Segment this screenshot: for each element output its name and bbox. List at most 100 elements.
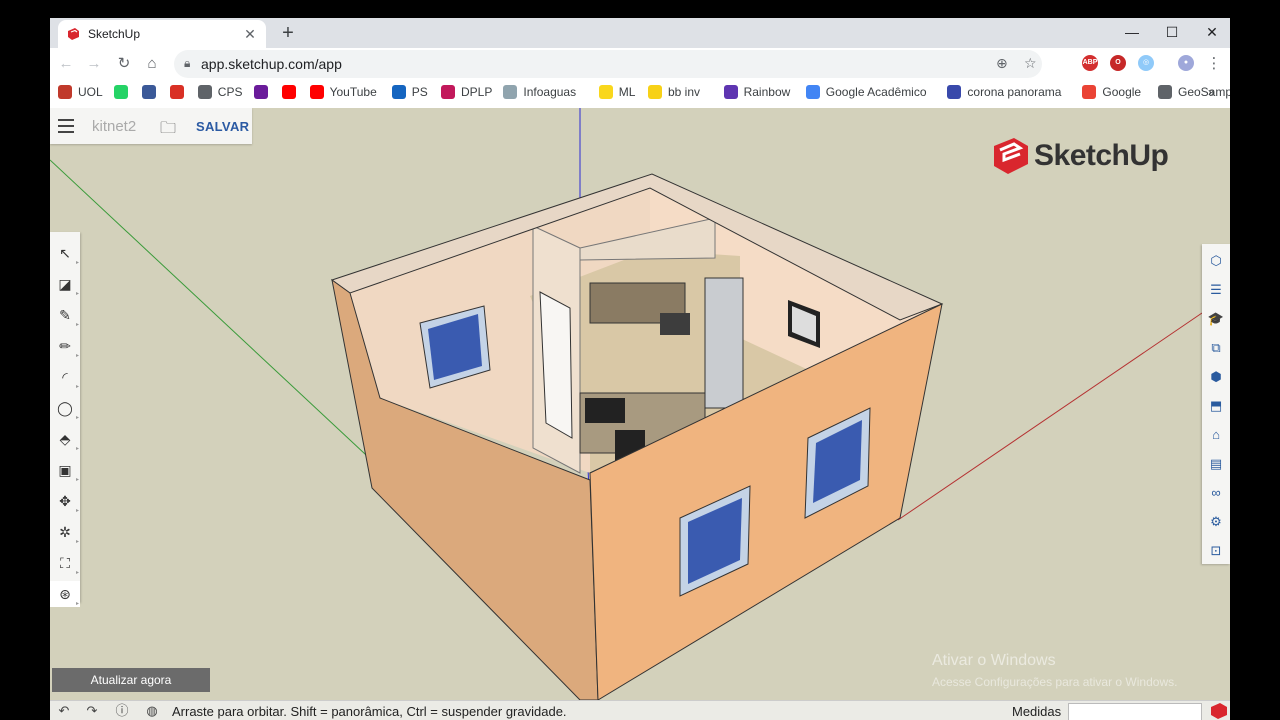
bb-icon: [648, 85, 662, 99]
undo-icon[interactable]: ↶: [54, 702, 74, 720]
bookmark-label: GeoSampa: [1178, 85, 1230, 99]
doc-icon: [503, 85, 518, 99]
globe-icon: [197, 85, 212, 99]
opera-icon[interactable]: O: [1110, 55, 1126, 71]
help-icon[interactable]: ⓘ: [112, 702, 132, 720]
sketchup-favicon-icon: [68, 28, 79, 40]
bookmark-ml[interactable]: ML: [598, 85, 636, 99]
arc-tool-icon[interactable]: ◜ ▸: [50, 364, 80, 390]
bookmark-mail[interactable]: [253, 85, 274, 99]
report-icon[interactable]: ⊡: [1202, 538, 1230, 564]
circle-tool-icon[interactable]: ◯ ▸: [50, 395, 80, 421]
paint-tool-icon[interactable]: ✎ ▸: [50, 302, 80, 328]
styles-icon[interactable]: ⬒: [1202, 393, 1230, 419]
bookmark-gmail[interactable]: [169, 85, 190, 99]
whatsapp-icon: [113, 85, 128, 99]
bookmark-geosampa[interactable]: GeoSampa: [1158, 85, 1230, 99]
minimize-button[interactable]: —: [1112, 18, 1152, 48]
adblock-icon[interactable]: ABP: [1082, 55, 1098, 71]
hamburger-menu-icon[interactable]: [58, 119, 74, 133]
tab-close-icon[interactable]: ✕: [240, 26, 260, 43]
line-tool-icon[interactable]: ✏ ▸: [50, 333, 80, 359]
update-now-button[interactable]: Atualizar agora: [52, 668, 210, 692]
menu-kebab-icon[interactable]: ⋮: [1202, 52, 1226, 76]
bookmark-corona-panorama[interactable]: corona panorama: [947, 85, 1061, 99]
bookmark-whatsapp[interactable]: [113, 85, 134, 99]
reload-button[interactable]: ↻: [112, 52, 136, 76]
forward-button[interactable]: →: [82, 52, 106, 76]
eraser-tool-icon[interactable]: ◪ ▸: [50, 271, 80, 297]
bookmark-label: YouTube: [329, 85, 377, 99]
youtube-icon: [309, 85, 324, 99]
bookmark-facebook[interactable]: [141, 85, 162, 99]
mail-icon: [253, 85, 268, 99]
windows-activation-title: Ativar o Windows: [932, 652, 1056, 669]
tab-sketchup[interactable]: SketchUp ✕: [58, 20, 266, 48]
entity-info-icon[interactable]: ⬡: [1202, 248, 1230, 274]
sketchup-status-icon: [1211, 703, 1227, 719]
solar-icon[interactable]: ⚙: [1202, 509, 1230, 535]
youtube-icon: [281, 85, 296, 99]
install-icon[interactable]: ⊕: [996, 55, 1008, 72]
tags-icon[interactable]: ⌂: [1202, 422, 1230, 448]
maximize-button[interactable]: ☐: [1152, 18, 1192, 48]
globe-icon: [1158, 85, 1172, 99]
bookmark-google-acadêmico[interactable]: Google Acadêmico: [805, 85, 927, 99]
move-tool-icon[interactable]: ✥ ▸: [50, 488, 80, 514]
components-icon[interactable]: ⧉: [1202, 335, 1230, 361]
bookmark-label: ML: [618, 85, 636, 99]
bookmark-bb-inv[interactable]: bb inv: [648, 85, 700, 99]
bookmark-rainbow[interactable]: Rainbow: [723, 85, 790, 99]
search-ext-icon[interactable]: ◎: [1138, 55, 1154, 71]
google-icon: [1082, 85, 1097, 99]
offset-tool-icon[interactable]: ▣ ▸: [50, 457, 80, 483]
browser-toolbar: ← → ↻ ⌂ 🔒︎ app.sketchup.com/app ⊕ ☆ ABP …: [50, 48, 1230, 80]
file-name[interactable]: kitnet2: [92, 118, 136, 135]
bookmark-youtube[interactable]: YouTube: [309, 85, 377, 99]
bookmark-google[interactable]: Google: [1082, 85, 1141, 99]
walk-tool-icon[interactable]: ⛶ ▸: [50, 550, 80, 576]
sketchup-viewport[interactable]: kitnet2 🗀︎ SALVAR SketchUp ↖ ▸ ◪ ▸ ✎ ▸ ✏ ▸ ◜ ▸ ◯ ▸ ⬘…: [50, 108, 1230, 700]
display-icon[interactable]: ∞: [1202, 480, 1230, 506]
bookmark-uol[interactable]: UOL: [58, 85, 103, 99]
bookmark-ps[interactable]: PS: [391, 85, 428, 99]
tab-title: SketchUp: [88, 27, 141, 41]
globe-icon[interactable]: ◍: [142, 702, 162, 720]
instructor-icon[interactable]: 🎓: [1202, 306, 1230, 332]
materials-icon[interactable]: ⬢: [1202, 364, 1230, 390]
folder-icon[interactable]: 🗀︎: [160, 117, 176, 144]
close-window-button[interactable]: ✕: [1192, 18, 1230, 48]
select-tool-icon[interactable]: ↖ ▸: [50, 240, 80, 266]
back-button[interactable]: ←: [54, 52, 78, 76]
measurements-input[interactable]: [1068, 703, 1202, 720]
bookmark-star-icon[interactable]: ☆: [1024, 55, 1037, 72]
bookmark-infoaguas[interactable]: Infoaguas: [503, 85, 576, 99]
more-bookmarks-button[interactable]: »: [1208, 85, 1215, 99]
bookmark-youtube[interactable]: [281, 85, 302, 99]
uol-icon: [58, 85, 72, 99]
new-tab-button[interactable]: +: [276, 22, 300, 46]
bookmark-dplp[interactable]: DPLP: [441, 85, 492, 99]
bookmark-cps[interactable]: CPS: [197, 85, 243, 99]
expand-caret-icon: ▸: [75, 601, 79, 607]
orbit-tool-icon[interactable]: ⊛ ▸: [50, 581, 80, 607]
profile-avatar[interactable]: ●: [1178, 55, 1194, 71]
sketchup-logo-text: SketchUp: [1034, 139, 1169, 172]
scenes-icon[interactable]: ▤: [1202, 451, 1230, 477]
redo-icon[interactable]: ↷: [82, 702, 102, 720]
ml-icon: [598, 85, 613, 99]
home-button[interactable]: ⌂: [140, 52, 164, 76]
layers-icon[interactable]: ☰: [1202, 277, 1230, 303]
3d-model-scene[interactable]: [50, 108, 1230, 700]
save-button[interactable]: SALVAR: [196, 119, 249, 134]
bookmarks-bar: UOL CPS YouTube PS DPLP Infoaguas ML bb inv Rain…: [50, 80, 1230, 109]
shield-icon: [947, 85, 962, 99]
browser-window: SketchUp ✕ + — ☐ ✕ ← → ↻ ⌂ 🔒︎ app.sketch…: [50, 18, 1230, 720]
bookmark-label: UOL: [78, 85, 103, 99]
file-bar: kitnet2 🗀︎ SALVAR: [50, 108, 252, 144]
bookmark-label: CPS: [217, 85, 243, 99]
sketchup-logo-icon: [994, 138, 1028, 174]
axes-tool-icon[interactable]: ✲ ▸: [50, 519, 80, 545]
push-pull-tool-icon[interactable]: ⬘ ▸: [50, 426, 80, 452]
address-bar[interactable]: 🔒︎ app.sketchup.com/app ⊕ ☆: [174, 50, 1042, 78]
